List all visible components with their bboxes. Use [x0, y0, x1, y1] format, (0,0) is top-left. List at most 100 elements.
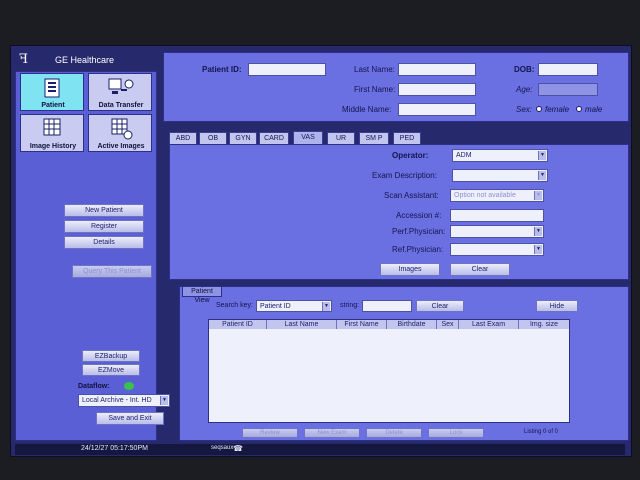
search-string-field[interactable]	[362, 300, 412, 312]
dataflow-select-value: Local Archive - Int. HD	[82, 397, 152, 404]
nav-image-history[interactable]: Image History	[20, 114, 84, 152]
scan-assistant-value: Option not available	[454, 192, 516, 199]
new-patient-button[interactable]: New Patient	[64, 204, 144, 217]
dataflow-status-icon	[124, 382, 134, 390]
hide-button[interactable]: Hide	[536, 300, 578, 312]
sex-label: Sex:	[516, 105, 533, 114]
search-clear-button[interactable]: Clear	[416, 300, 464, 312]
left-panel: Patient Data Transfer Image History Acti…	[15, 71, 170, 441]
logo-area: ꟻ GE Healthcare	[15, 52, 155, 70]
exam-description-label: Exam Description:	[372, 171, 437, 180]
nav-data-transfer[interactable]: Data Transfer	[88, 73, 152, 111]
images-button[interactable]: Images	[380, 263, 440, 276]
exam-clear-button[interactable]: Clear	[450, 263, 510, 276]
accession-label: Accession #:	[396, 211, 442, 220]
chevron-down-icon: ▼	[538, 171, 546, 180]
tab-ur[interactable]: UR	[327, 132, 355, 144]
ezbackup-button[interactable]: EZBackup	[82, 350, 140, 362]
first-name-label: First Name:	[354, 85, 396, 94]
tab-ob[interactable]: OB	[199, 132, 227, 144]
nav-data-transfer-label: Data Transfer	[98, 102, 144, 109]
ref-physician-select[interactable]: ▼	[450, 243, 544, 256]
column-last-exam[interactable]: Last Exam	[459, 320, 519, 329]
chevron-down-icon: ▼	[534, 227, 542, 236]
register-button[interactable]: Register	[64, 220, 144, 233]
perf-physician-label: Perf.Physician:	[392, 227, 446, 236]
query-this-patient-button[interactable]: Query This Patient	[72, 265, 152, 278]
scan-assistant-label: Scan Assistant:	[384, 191, 439, 200]
search-key-label: Search key:	[216, 302, 253, 309]
patient-id-label: Patient ID:	[202, 65, 242, 74]
dob-label: DOB:	[514, 65, 535, 74]
table-header: Patient ID Last Name First Name Birthdat…	[209, 320, 569, 329]
sex-female-radio[interactable]	[536, 106, 542, 112]
save-and-exit-button[interactable]: Save and Exit	[96, 412, 164, 425]
search-key-value: Patient ID	[260, 303, 291, 310]
nav-patient[interactable]: Patient	[20, 73, 84, 111]
ezmove-button[interactable]: EZMove	[82, 364, 140, 376]
tab-vas[interactable]: VAS	[293, 131, 323, 144]
tab-gyn[interactable]: GYN	[229, 132, 257, 144]
data-transfer-icon	[108, 78, 134, 94]
exam-panel: Operator: ADM ▼ Exam Description: ▼ Scan…	[169, 144, 629, 280]
tab-card[interactable]: CARD	[259, 132, 289, 144]
patient-id-field[interactable]	[248, 63, 326, 76]
delete-button[interactable]: Delete	[366, 428, 422, 438]
chevron-down-icon: ▼	[322, 302, 330, 311]
column-sex[interactable]: Sex	[437, 320, 459, 329]
tab-abd[interactable]: ABD	[169, 132, 197, 144]
middle-name-label: Middle Name:	[342, 105, 392, 114]
patient-view-panel: Patient View Search key: Patient ID ▼ st…	[179, 286, 629, 441]
column-patient-id[interactable]: Patient ID	[209, 320, 267, 329]
ref-physician-label: Ref.Physician:	[392, 245, 444, 254]
status-bar: 24/12/27 05:17:50PM seqsaux ☎	[15, 444, 625, 455]
column-img-size[interactable]: Img. size	[519, 320, 569, 329]
last-name-field[interactable]	[398, 63, 476, 76]
details-button[interactable]: Details	[64, 236, 144, 249]
patient-view-title: Patient View	[191, 288, 213, 304]
logo-text: GE Healthcare	[55, 55, 115, 65]
operator-label: Operator:	[392, 151, 429, 160]
age-label: Age:	[516, 85, 533, 94]
search-key-select[interactable]: Patient ID ▼	[256, 300, 332, 312]
nav-patient-label: Patient	[41, 102, 65, 109]
status-datetime: 24/12/27 05:17:50PM	[81, 445, 148, 452]
new-exam-button[interactable]: New Exam	[304, 428, 360, 438]
column-first-name[interactable]: First Name	[337, 320, 387, 329]
nav-active-images[interactable]: Active Images	[88, 114, 152, 152]
patient-header: Patient ID: Last Name: First Name: Middl…	[163, 52, 629, 122]
dataflow-select[interactable]: Local Archive - Int. HD ▼	[78, 394, 170, 407]
patient-view-title-tab: Patient View	[182, 286, 222, 304]
chevron-down-icon: ▼	[534, 245, 542, 254]
column-birthdate[interactable]: Birthdate	[387, 320, 437, 329]
age-field[interactable]	[538, 83, 598, 96]
nav-active-images-label: Active Images	[97, 143, 145, 150]
last-name-label: Last Name:	[354, 65, 395, 74]
review-button[interactable]: Review	[242, 428, 298, 438]
active-images-icon	[111, 118, 133, 140]
exam-description-select[interactable]: ▼	[452, 169, 548, 182]
tab-ped[interactable]: PED	[393, 132, 421, 144]
tab-sm-p[interactable]: SM P	[359, 132, 389, 144]
first-name-field[interactable]	[398, 83, 476, 96]
sex-male-radio[interactable]	[576, 106, 582, 112]
image-history-icon	[43, 118, 61, 136]
patient-table: Patient ID Last Name First Name Birthdat…	[208, 319, 570, 423]
sex-male-label: male	[585, 105, 603, 114]
sex-female-label: female	[545, 105, 570, 114]
dob-field[interactable]	[538, 63, 598, 76]
perf-physician-select[interactable]: ▼	[450, 225, 544, 238]
ge-logo-icon: ꟻ	[19, 52, 29, 67]
column-last-name[interactable]: Last Name	[267, 320, 337, 329]
chevron-down-icon: ▼	[538, 151, 546, 160]
operator-select-value: ADM	[456, 152, 472, 159]
lock-button[interactable]: Lock	[428, 428, 484, 438]
phone-icon: ☎	[233, 444, 243, 453]
accession-field[interactable]	[450, 209, 544, 222]
chevron-down-icon: ▼	[534, 191, 542, 200]
scan-assistant-select[interactable]: Option not available ▼	[450, 189, 544, 202]
middle-name-field[interactable]	[398, 103, 476, 116]
dataflow-label: Dataflow:	[78, 383, 110, 390]
application-window: ꟻ GE Healthcare Patient Data Transfer Im…	[10, 45, 632, 457]
operator-select[interactable]: ADM ▼	[452, 149, 548, 162]
